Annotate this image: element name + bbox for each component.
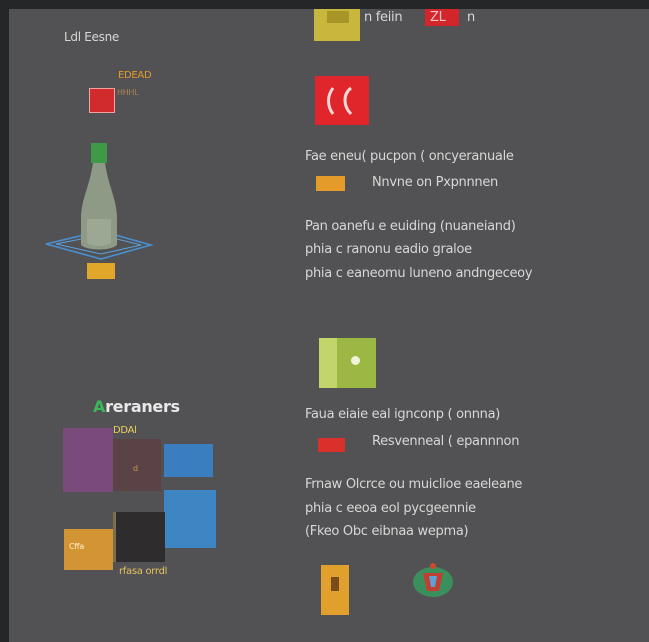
section1-line1: Fae eneu( pucpon ( oncyeranuale [305, 149, 514, 164]
top-yellow-tile-inner [327, 11, 349, 23]
top-badge-label: ZL [430, 10, 446, 25]
dark-card [113, 512, 165, 562]
section2-line1: Faua eiaie eal ignconp ( onnna) [305, 407, 501, 422]
orange-card-caption: Cffa [69, 542, 84, 551]
left-lower-box-label: DDAl [113, 425, 137, 436]
section1-line4: phia c ranonu eadio graloe [305, 242, 472, 257]
section1-line5: phia c eaneomu luneno andngeceoy [305, 266, 533, 281]
left-upper-title: Ldl Eesne [64, 30, 119, 44]
left-lower-title-rest: reraners [105, 397, 180, 416]
green-square-dot [351, 356, 360, 365]
red-logo-mark [327, 86, 353, 116]
left-upper-sub: HHHL [117, 88, 139, 97]
section2-line3: Frnaw Olcrce ou muiclioe eaeleane [305, 477, 523, 492]
left-upper-tag: EDEAD [118, 70, 152, 81]
left-lower-footer: rfasa orrdl [119, 566, 168, 577]
section1-orange-chip [316, 176, 345, 191]
bottom-globe-icon [413, 563, 453, 597]
section2-red-chip [318, 438, 345, 452]
green-square-fold [319, 338, 337, 388]
top-caption: n feiin [364, 10, 403, 25]
blue-card-top [164, 444, 213, 477]
purple-panel [63, 428, 113, 492]
bottom-orange-tile-slot [331, 577, 339, 591]
blue-card-bottom [164, 490, 216, 548]
section1-line2: Nnvne on Pxpnnnen [372, 175, 498, 190]
left-lower-card-small: d [133, 464, 138, 473]
left-lower-title: Areraners [93, 397, 180, 416]
section1-line3: Pan oanefu e euiding (nuaneiand) [305, 219, 516, 234]
top-tail: n [467, 10, 475, 25]
bottle-illustration [45, 143, 154, 279]
section2-line5: (Fkeo Obc eibnaa wepma) [305, 524, 469, 539]
title-accent: A [93, 397, 106, 416]
poster-canvas: n feiin ZL n Ldl Eesne EDEAD HHHL Areran… [9, 9, 649, 642]
section2-line2: Resvenneal ( epannnon [372, 434, 520, 449]
left-upper-red-tile [89, 88, 115, 113]
section2-line4: phia c eeoa eol pycgeennie [305, 501, 476, 516]
